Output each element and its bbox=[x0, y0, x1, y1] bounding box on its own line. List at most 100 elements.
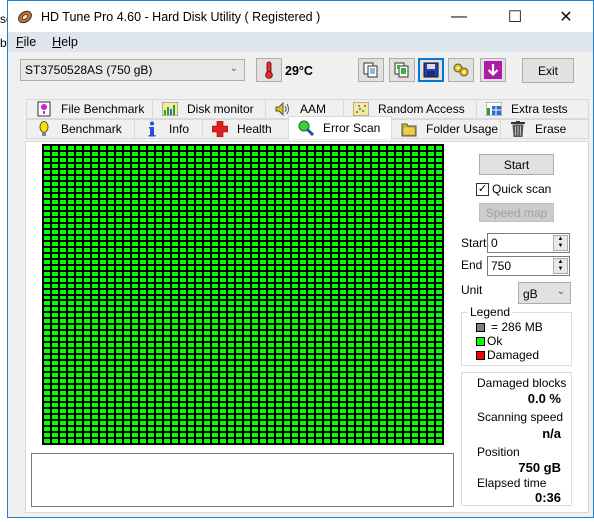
tab-error-scan[interactable]: Error Scan bbox=[288, 116, 392, 139]
start-button[interactable]: Start bbox=[479, 154, 554, 175]
scan-block bbox=[332, 259, 338, 264]
scan-block bbox=[204, 421, 210, 426]
scan-block bbox=[124, 427, 130, 432]
checkbox-box[interactable]: ✓ bbox=[476, 182, 489, 196]
scan-block bbox=[76, 325, 82, 330]
scan-block bbox=[284, 157, 290, 162]
scan-block bbox=[396, 409, 402, 414]
scan-block bbox=[380, 235, 386, 240]
copy-text-button[interactable] bbox=[358, 58, 384, 82]
end-spinbox[interactable]: 750 ▲ ▼ bbox=[487, 256, 570, 276]
tab-erase[interactable]: Erase bbox=[500, 119, 589, 139]
scan-block bbox=[284, 247, 290, 252]
exit-button[interactable]: Exit bbox=[522, 58, 574, 83]
scan-block bbox=[324, 367, 330, 372]
scan-block bbox=[52, 331, 58, 336]
scan-block bbox=[132, 235, 138, 240]
scan-block bbox=[228, 367, 234, 372]
scan-block bbox=[372, 433, 378, 438]
unit-select[interactable]: gB ⌄ bbox=[518, 282, 571, 304]
scan-block bbox=[332, 433, 338, 438]
scan-block bbox=[236, 349, 242, 354]
scan-block bbox=[292, 205, 298, 210]
scan-block bbox=[60, 343, 66, 348]
tab-health[interactable]: Health bbox=[202, 119, 289, 139]
scan-block bbox=[436, 175, 442, 180]
download-button[interactable] bbox=[480, 58, 506, 82]
tab-info[interactable]: Info bbox=[134, 119, 203, 139]
scan-block bbox=[164, 199, 170, 204]
scan-block bbox=[172, 343, 178, 348]
scan-block bbox=[380, 247, 386, 252]
quick-scan-checkbox[interactable]: ✓ Quick scan bbox=[476, 182, 551, 196]
scan-block bbox=[324, 409, 330, 414]
title-bar[interactable]: HD Tune Pro 4.60 - Hard Disk Utility ( R… bbox=[8, 1, 593, 32]
scan-block bbox=[332, 385, 338, 390]
scan-block bbox=[180, 217, 186, 222]
scan-block bbox=[180, 247, 186, 252]
tab-extra-tests[interactable]: Extra tests bbox=[476, 99, 589, 119]
scan-block bbox=[412, 205, 418, 210]
scan-block bbox=[236, 157, 242, 162]
tab-benchmark[interactable]: Benchmark bbox=[26, 119, 135, 139]
scan-block bbox=[428, 229, 434, 234]
scan-block bbox=[148, 277, 154, 282]
scan-block bbox=[260, 157, 266, 162]
speed-map-button[interactable]: Speed map bbox=[479, 203, 554, 222]
options-button[interactable] bbox=[448, 58, 474, 82]
scan-block bbox=[228, 229, 234, 234]
tab-folder-usage[interactable]: Folder Usage bbox=[391, 119, 501, 139]
close-button[interactable]: ✕ bbox=[543, 1, 589, 32]
tab-disk-monitor[interactable]: Disk monitor bbox=[152, 99, 266, 119]
start-spinbox[interactable]: 0 ▲ ▼ bbox=[487, 233, 570, 253]
log-output-box[interactable] bbox=[31, 453, 454, 507]
scan-block bbox=[204, 175, 210, 180]
scan-block bbox=[300, 361, 306, 366]
scan-block bbox=[220, 319, 226, 324]
drive-select[interactable]: ST3750528AS (750 gB) ⌄ bbox=[20, 59, 245, 81]
scan-block bbox=[268, 146, 274, 150]
copy-screenshot-button[interactable] bbox=[389, 58, 415, 82]
scan-block bbox=[196, 295, 202, 300]
scan-block bbox=[308, 373, 314, 378]
temperature-button[interactable] bbox=[256, 58, 282, 82]
scan-block bbox=[316, 241, 322, 246]
scan-block bbox=[412, 421, 418, 426]
menu-help[interactable]: Help bbox=[44, 35, 86, 49]
scan-block bbox=[380, 427, 386, 432]
scan-block bbox=[228, 223, 234, 228]
scan-block bbox=[76, 229, 82, 234]
minimize-button[interactable]: — bbox=[436, 1, 482, 32]
scan-block bbox=[244, 385, 250, 390]
scan-block bbox=[388, 415, 394, 420]
scan-block bbox=[300, 379, 306, 384]
save-button[interactable] bbox=[418, 58, 444, 82]
tab-file-benchmark[interactable]: File Benchmark bbox=[26, 99, 153, 119]
scan-block bbox=[292, 175, 298, 180]
scan-block bbox=[164, 337, 170, 342]
spin-arrows-icon[interactable]: ▲ ▼ bbox=[553, 235, 568, 251]
scan-block bbox=[180, 223, 186, 228]
scan-block bbox=[300, 391, 306, 396]
scan-block bbox=[140, 301, 146, 306]
scan-block bbox=[252, 301, 258, 306]
scan-block bbox=[340, 373, 346, 378]
maximize-button[interactable]: ☐ bbox=[492, 1, 538, 32]
menu-file[interactable]: File bbox=[8, 35, 44, 49]
scan-block bbox=[236, 355, 242, 360]
scan-block bbox=[300, 217, 306, 222]
scan-block bbox=[140, 385, 146, 390]
scan-block bbox=[332, 247, 338, 252]
scan-block bbox=[108, 367, 114, 372]
scan-block bbox=[428, 193, 434, 198]
scan-block bbox=[404, 157, 410, 162]
scan-block bbox=[284, 427, 290, 432]
scan-block bbox=[252, 193, 258, 198]
scan-block bbox=[156, 373, 162, 378]
scan-block bbox=[164, 379, 170, 384]
scan-block bbox=[236, 415, 242, 420]
spin-arrows-icon[interactable]: ▲ ▼ bbox=[553, 258, 568, 274]
scan-block bbox=[180, 259, 186, 264]
scan-block bbox=[372, 199, 378, 204]
scan-block bbox=[436, 313, 442, 318]
